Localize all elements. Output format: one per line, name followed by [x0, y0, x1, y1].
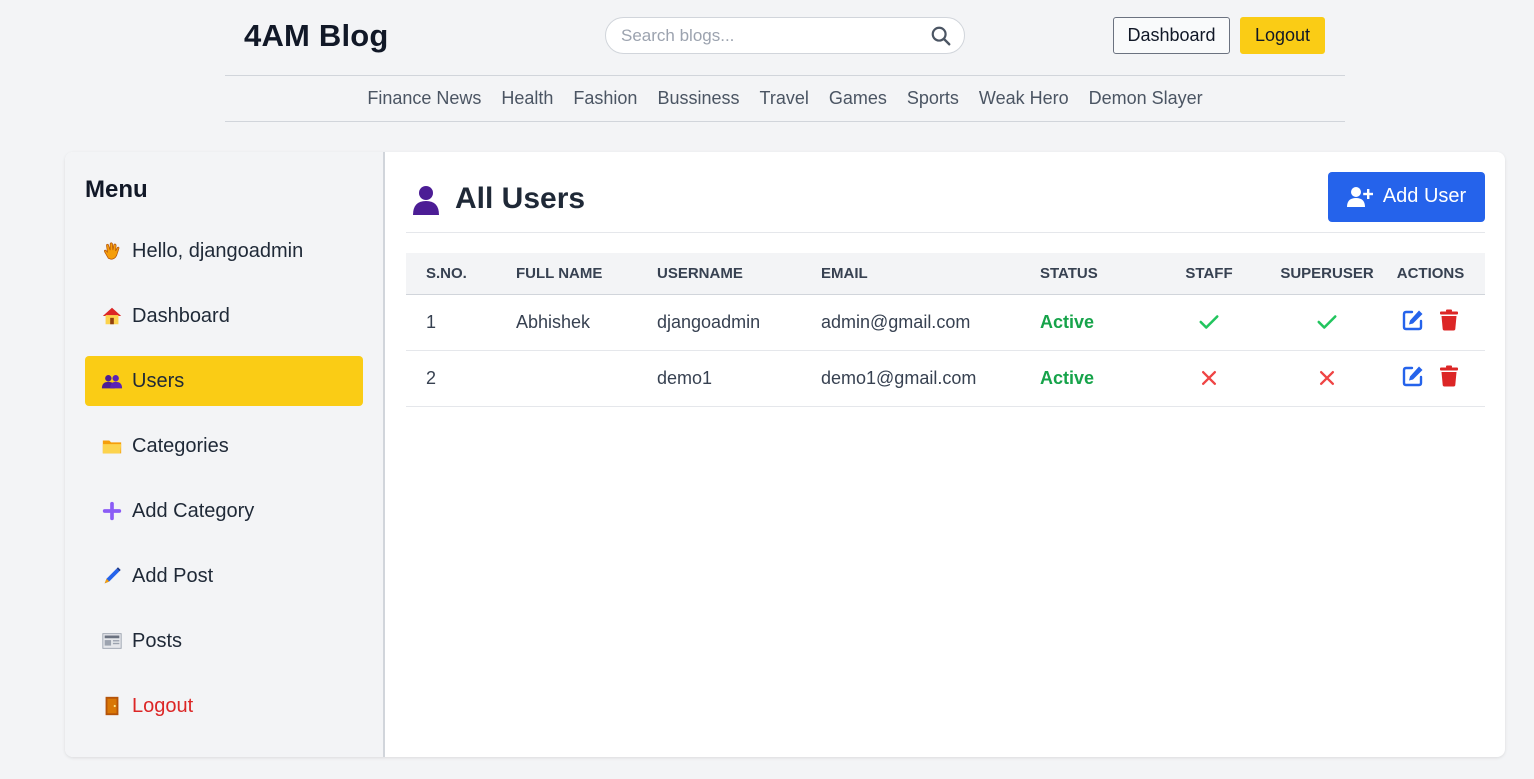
cell-full-name — [516, 350, 657, 407]
trash-icon[interactable] — [1437, 364, 1461, 388]
sidebar-item-users[interactable]: Users — [85, 356, 363, 406]
sidebar-item-label: Logout — [132, 694, 194, 717]
cell-actions — [1376, 350, 1485, 407]
cell-sno: 1 — [406, 294, 516, 351]
newspaper-icon — [101, 630, 123, 652]
user-silhouette-icon — [411, 183, 441, 215]
main-content: All Users Add User S.No. Full Name Usern… — [385, 152, 1505, 757]
sidebar-item-categories[interactable]: Categories — [85, 421, 363, 471]
plus-icon — [101, 500, 123, 522]
nav-link-fashion[interactable]: Fashion — [573, 88, 637, 109]
page-heading: All Users — [406, 182, 585, 216]
page-title: All Users — [455, 182, 586, 215]
waving-hand-icon — [101, 240, 123, 262]
sidebar-item-label: Add Post — [132, 564, 214, 587]
sidebar-item-label: Posts — [132, 629, 183, 652]
door-icon — [101, 695, 123, 717]
table-header-row: S.No. Full Name Username Email Status St… — [406, 253, 1485, 295]
col-actions: Actions — [1376, 253, 1485, 295]
cell-superuser — [1278, 350, 1376, 407]
cell-email: demo1@gmail.com — [821, 350, 1040, 407]
nav-link-bussiness[interactable]: Bussiness — [657, 88, 739, 109]
col-superuser: Superuser — [1278, 253, 1376, 295]
search-icon[interactable] — [930, 25, 952, 47]
col-staff: Staff — [1140, 253, 1278, 295]
sidebar-title: Menu — [85, 176, 148, 203]
cross-icon — [1197, 366, 1221, 390]
cell-actions — [1376, 294, 1485, 351]
check-icon — [1197, 310, 1221, 334]
sidebar-item-label: Users — [132, 369, 185, 392]
folder-icon — [101, 435, 123, 457]
nav-link-games[interactable]: Games — [829, 88, 887, 109]
cell-full-name: Abhishek — [516, 294, 657, 351]
sidebar-item-posts[interactable]: Posts — [85, 616, 363, 666]
nav-link-demon-slayer[interactable]: Demon Slayer — [1089, 88, 1203, 109]
col-email: Email — [821, 253, 1040, 295]
col-username: Username — [657, 253, 821, 295]
edit-icon[interactable] — [1401, 308, 1425, 332]
nav-link-travel[interactable]: Travel — [760, 88, 809, 109]
add-user-button[interactable]: Add User — [1328, 171, 1485, 222]
col-full-name: Full Name — [516, 253, 657, 295]
sidebar-item-label: Dashboard — [132, 304, 230, 327]
house-icon — [101, 305, 123, 327]
nav-link-finance-news[interactable]: Finance News — [367, 88, 481, 109]
cross-icon — [1315, 366, 1339, 390]
sidebar-item-add-category[interactable]: Add Category — [85, 486, 363, 536]
cell-sno: 2 — [406, 350, 516, 407]
cell-username: djangoadmin — [657, 294, 821, 351]
status-badge: Active — [1040, 350, 1140, 407]
category-nav: Finance News Health Fashion Bussiness Tr… — [225, 75, 1345, 122]
sidebar: Menu Hello, djangoadmin Dashboard Users … — [65, 152, 385, 757]
edit-icon[interactable] — [1401, 364, 1425, 388]
search-bar — [605, 17, 965, 54]
add-user-label: Add User — [1382, 185, 1467, 207]
sidebar-item-label: Add Category — [132, 499, 255, 522]
status-badge: Active — [1040, 294, 1140, 351]
site-brand[interactable]: 4AM Blog — [244, 18, 389, 54]
pen-icon — [101, 565, 123, 587]
cell-superuser — [1278, 294, 1376, 351]
table-row: 1 Abhishek djangoadmin admin@gmail.com A… — [406, 294, 1485, 351]
user-plus-icon — [1346, 186, 1373, 208]
nav-link-weak-hero[interactable]: Weak Hero — [979, 88, 1069, 109]
search-input[interactable] — [621, 25, 930, 46]
sidebar-item-greeting: Hello, djangoadmin — [85, 226, 363, 276]
col-status: Status — [1040, 253, 1140, 295]
nav-link-sports[interactable]: Sports — [907, 88, 959, 109]
sidebar-item-logout[interactable]: Logout — [85, 681, 363, 731]
cell-staff — [1140, 294, 1278, 351]
sidebar-item-add-post[interactable]: Add Post — [85, 551, 363, 601]
trash-icon[interactable] — [1437, 308, 1461, 332]
sidebar-item-label: Categories — [132, 434, 229, 457]
dashboard-button[interactable]: Dashboard — [1113, 17, 1230, 54]
table-row: 2 demo1 demo1@gmail.com Active — [406, 350, 1485, 407]
logout-button[interactable]: Logout — [1240, 17, 1325, 54]
users-table: S.No. Full Name Username Email Status St… — [406, 253, 1485, 407]
check-icon — [1315, 310, 1339, 334]
col-sno: S.No. — [406, 253, 516, 295]
main-header: All Users Add User — [406, 171, 1485, 233]
cell-staff — [1140, 350, 1278, 407]
admin-panel: Menu Hello, djangoadmin Dashboard Users … — [65, 152, 1505, 757]
nav-link-health[interactable]: Health — [501, 88, 553, 109]
sidebar-item-dashboard[interactable]: Dashboard — [85, 291, 363, 341]
cell-username: demo1 — [657, 350, 821, 407]
users-icon — [101, 370, 123, 392]
sidebar-item-label: Hello, djangoadmin — [132, 239, 304, 262]
cell-email: admin@gmail.com — [821, 294, 1040, 351]
